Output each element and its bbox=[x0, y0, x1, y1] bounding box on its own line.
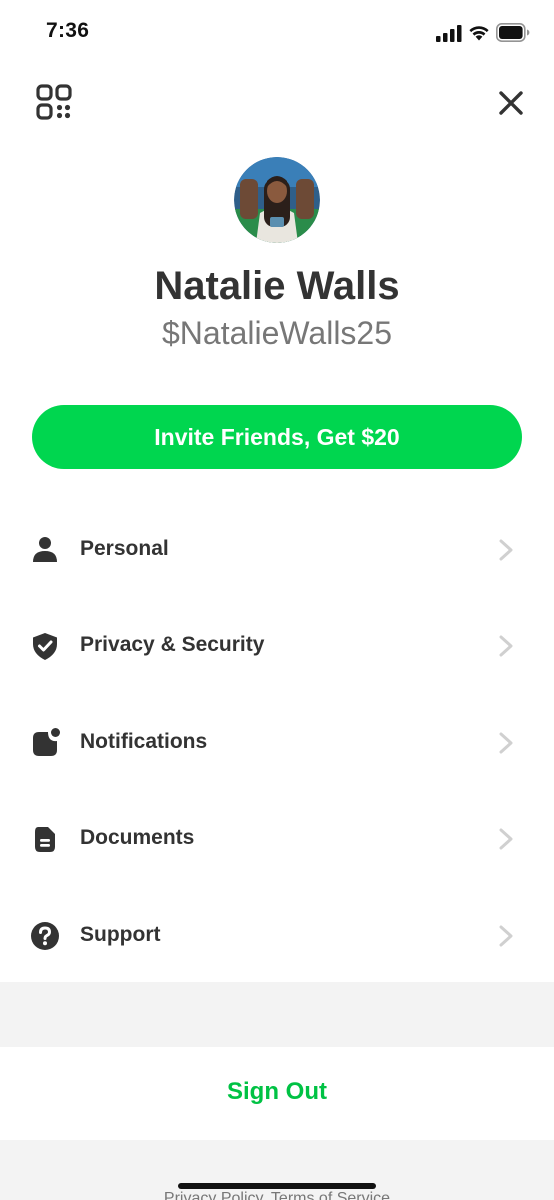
sign-out-label: Sign Out bbox=[227, 1078, 327, 1105]
cellular-signal-icon bbox=[436, 25, 462, 42]
menu-item-notifications[interactable]: Notifications bbox=[0, 694, 554, 791]
status-time: 7:36 bbox=[46, 19, 90, 42]
chevron-right-icon bbox=[499, 635, 513, 657]
avatar[interactable] bbox=[234, 157, 320, 243]
document-icon bbox=[35, 827, 55, 852]
invite-friends-button[interactable]: Invite Friends, Get $20 bbox=[32, 405, 522, 469]
chevron-right-icon bbox=[499, 925, 513, 947]
notification-icon bbox=[33, 728, 60, 756]
menu-label: Privacy & Security bbox=[80, 633, 265, 656]
menu-label: Personal bbox=[80, 537, 169, 560]
battery-icon bbox=[496, 23, 530, 42]
question-icon bbox=[31, 922, 59, 950]
person-icon bbox=[33, 537, 57, 562]
wifi-icon bbox=[469, 26, 489, 41]
profile-screen: 7:36 Natalie Walls $NatalieWalls25 Invit… bbox=[0, 0, 554, 1200]
close-icon bbox=[499, 91, 523, 115]
home-indicator[interactable] bbox=[178, 1183, 376, 1189]
menu-label: Documents bbox=[80, 826, 195, 849]
profile-photo bbox=[234, 157, 320, 243]
menu-label: Notifications bbox=[80, 730, 208, 753]
menu-item-documents[interactable]: Documents bbox=[0, 790, 554, 887]
footer: Privacy Policy, Terms of Service bbox=[0, 1140, 554, 1200]
cashtag: $NatalieWalls25 bbox=[161, 315, 393, 351]
section-divider bbox=[0, 982, 554, 1047]
menu-item-privacy-security[interactable]: Privacy & Security bbox=[0, 597, 554, 694]
profile-name: Natalie Walls bbox=[154, 264, 400, 308]
footer-links[interactable]: Privacy Policy, Terms of Service bbox=[0, 1190, 554, 1200]
chevron-right-icon bbox=[499, 828, 513, 850]
qr-code-icon bbox=[36, 84, 72, 120]
chevron-right-icon bbox=[499, 732, 513, 754]
menu-label: Support bbox=[80, 923, 161, 946]
shield-check-icon bbox=[33, 633, 57, 660]
status-bar: 7:36 bbox=[0, 0, 554, 66]
menu-item-personal[interactable]: Personal bbox=[0, 501, 554, 598]
menu-item-support[interactable]: Support bbox=[0, 887, 554, 984]
close-button[interactable] bbox=[496, 88, 526, 118]
sign-out-button[interactable]: Sign Out bbox=[0, 1047, 554, 1140]
chevron-right-icon bbox=[499, 539, 513, 561]
qr-code-button[interactable] bbox=[36, 84, 72, 120]
